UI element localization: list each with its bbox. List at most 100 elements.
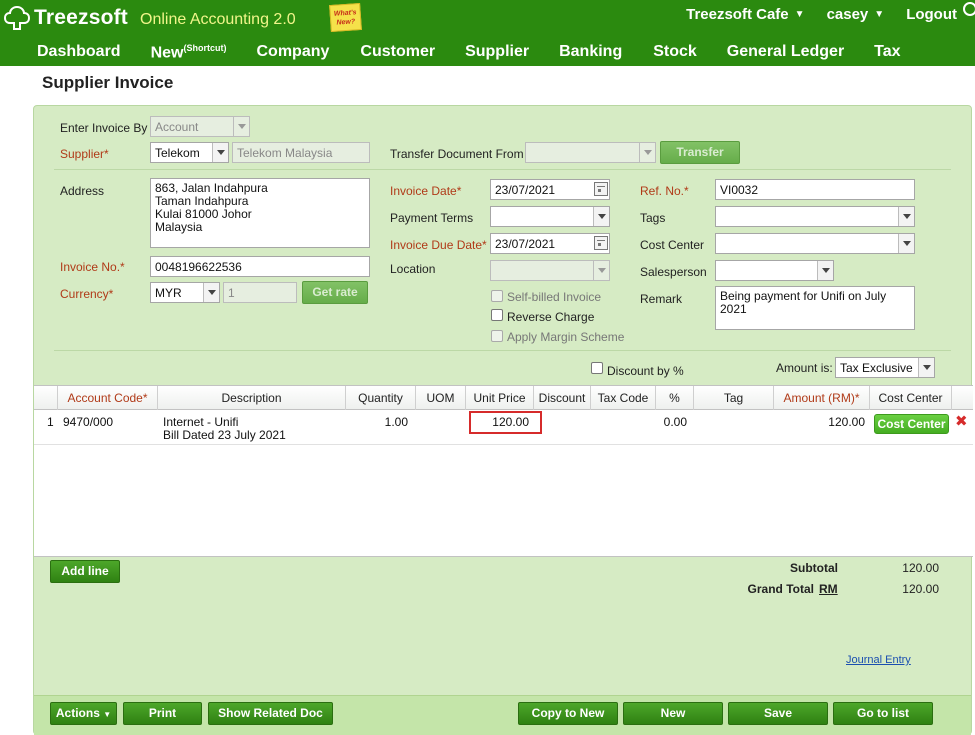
payment-terms-select[interactable]: [490, 206, 610, 227]
row-description-line2[interactable]: Bill Dated 23 July 2021: [163, 428, 286, 442]
invoice-no-label: Invoice No.*: [60, 260, 125, 274]
row-number: 1: [47, 415, 54, 429]
supplier-code-value: Telekom: [155, 146, 200, 160]
salesperson-select[interactable]: [715, 260, 834, 281]
help-icon[interactable]: [963, 2, 975, 16]
caret-down-icon: ▼: [103, 710, 112, 719]
invoice-date-label: Invoice Date*: [390, 184, 462, 198]
nav-banking[interactable]: Banking: [559, 40, 622, 66]
chevron-down-icon: [898, 234, 914, 253]
enter-invoice-by-select[interactable]: Account: [150, 116, 250, 137]
tags-select[interactable]: [715, 206, 915, 227]
invoice-form-panel: Enter Invoice By Account Supplier* Telek…: [33, 105, 973, 735]
remark-textarea[interactable]: Being payment for Unifi on July 2021: [715, 286, 915, 330]
add-line-button[interactable]: Add line: [50, 560, 120, 583]
new-button[interactable]: New: [623, 702, 723, 725]
row-account-code[interactable]: 9470/000: [63, 415, 113, 429]
col-header-quantity[interactable]: Quantity: [346, 386, 416, 410]
col-header-amount[interactable]: Amount (RM)*: [774, 386, 870, 410]
row-cost-center-button[interactable]: Cost Center: [874, 414, 949, 434]
apply-margin-checkbox[interactable]: [491, 330, 503, 342]
app-logo[interactable]: Treezsoft Online Accounting 2.0: [2, 4, 296, 32]
get-rate-button[interactable]: Get rate: [302, 281, 368, 304]
grand-total-currency[interactable]: RM: [819, 582, 838, 596]
invoice-no-field[interactable]: 0048196622536: [150, 256, 370, 277]
nav-customer[interactable]: Customer: [360, 40, 435, 66]
supplier-code-select[interactable]: Telekom: [150, 142, 229, 163]
table-header: Account Code* Description Quantity UOM U…: [34, 386, 973, 410]
copy-to-new-button[interactable]: Copy to New: [518, 702, 618, 725]
transfer-button[interactable]: Transfer: [660, 141, 740, 164]
cost-center-select[interactable]: [715, 233, 915, 254]
invoice-due-date-value: 23/07/2021: [495, 237, 556, 251]
col-header-description[interactable]: Description: [158, 386, 346, 410]
address-textarea[interactable]: 863, Jalan Indahpura Taman Indahpura Kul…: [150, 178, 370, 248]
amount-is-select[interactable]: Tax Exclusive: [835, 357, 935, 378]
col-header-uom[interactable]: UOM: [416, 386, 466, 410]
row-description-line1[interactable]: Internet - Unifi: [163, 415, 238, 429]
chevron-down-icon: ▼: [794, 9, 805, 20]
invoice-date-field[interactable]: 23/07/2021: [490, 179, 610, 200]
chevron-down-icon: [898, 207, 914, 226]
row-unit-price-cell[interactable]: 120.00: [469, 411, 542, 434]
col-header-unit-price[interactable]: Unit Price: [466, 386, 534, 410]
ref-no-field[interactable]: VI0032: [715, 179, 915, 200]
reverse-charge-checkbox[interactable]: [491, 309, 503, 321]
chevron-down-icon: [203, 283, 219, 302]
user-menu[interactable]: casey ▼: [827, 6, 885, 23]
whats-new-badge[interactable]: What's New?: [329, 2, 362, 33]
col-header-tax-code[interactable]: Tax Code: [591, 386, 656, 410]
transfer-from-select[interactable]: [525, 142, 656, 163]
print-button[interactable]: Print: [123, 702, 202, 725]
nav-stock[interactable]: Stock: [653, 40, 697, 66]
chevron-down-icon: [593, 261, 609, 280]
nav-dashboard[interactable]: Dashboard: [37, 40, 121, 66]
self-billed-checkbox[interactable]: [491, 290, 503, 302]
company-menu-label: Treezsoft Cafe: [686, 6, 789, 23]
col-header-pct[interactable]: %: [656, 386, 694, 410]
invoice-due-date-label: Invoice Due Date*: [390, 238, 487, 252]
journal-entry-link[interactable]: Journal Entry: [846, 654, 911, 666]
location-label: Location: [390, 262, 436, 276]
delete-row-icon[interactable]: ✖: [955, 412, 968, 430]
subtotal-label: Subtotal: [790, 561, 838, 575]
nav-company[interactable]: Company: [256, 40, 329, 66]
nav-tax[interactable]: Tax: [874, 40, 900, 66]
show-related-doc-button[interactable]: Show Related Doc: [208, 702, 333, 725]
col-header-tag[interactable]: Tag: [694, 386, 774, 410]
cost-center-label: Cost Center: [640, 238, 705, 252]
row-quantity[interactable]: 1.00: [346, 415, 408, 429]
discount-by-pct-label: Discount by %: [607, 364, 684, 378]
supplier-name-field[interactable]: Telekom Malaysia: [232, 142, 370, 163]
location-select[interactable]: [490, 260, 610, 281]
chevron-down-icon: [233, 117, 249, 136]
nav-supplier[interactable]: Supplier: [465, 40, 529, 66]
logout-link[interactable]: Logout: [906, 6, 957, 23]
currency-select[interactable]: MYR: [150, 282, 220, 303]
invoice-due-date-field[interactable]: 23/07/2021: [490, 233, 610, 254]
save-button[interactable]: Save: [728, 702, 828, 725]
actions-button[interactable]: Actions ▼: [50, 702, 117, 725]
address-label: Address: [60, 184, 105, 198]
exchange-rate-field[interactable]: 1: [223, 282, 297, 303]
calendar-icon[interactable]: [594, 182, 608, 196]
nav-general-ledger[interactable]: General Ledger: [727, 40, 844, 66]
divider: [54, 350, 951, 351]
page-title: Supplier Invoice: [42, 73, 174, 92]
discount-by-pct-checkbox[interactable]: [591, 362, 603, 374]
nav-new[interactable]: New(Shortcut): [151, 40, 227, 66]
self-billed-label: Self-billed Invoice: [507, 290, 602, 304]
currency-value: MYR: [155, 286, 182, 300]
row-pct[interactable]: 0.00: [656, 415, 687, 429]
go-to-list-button[interactable]: Go to list: [833, 702, 933, 725]
col-header-discount[interactable]: Discount: [534, 386, 591, 410]
nav-new-label: New: [150, 44, 184, 62]
chevron-down-icon: [639, 143, 655, 162]
row-divider: [34, 444, 973, 445]
supplier-label: Supplier*: [60, 147, 109, 161]
row-amount[interactable]: 120.00: [774, 415, 865, 429]
col-header-account-code[interactable]: Account Code*: [58, 386, 158, 410]
calendar-icon[interactable]: [594, 236, 608, 250]
col-header-cost-center[interactable]: Cost Center: [870, 386, 952, 410]
company-menu[interactable]: Treezsoft Cafe ▼: [686, 6, 804, 23]
